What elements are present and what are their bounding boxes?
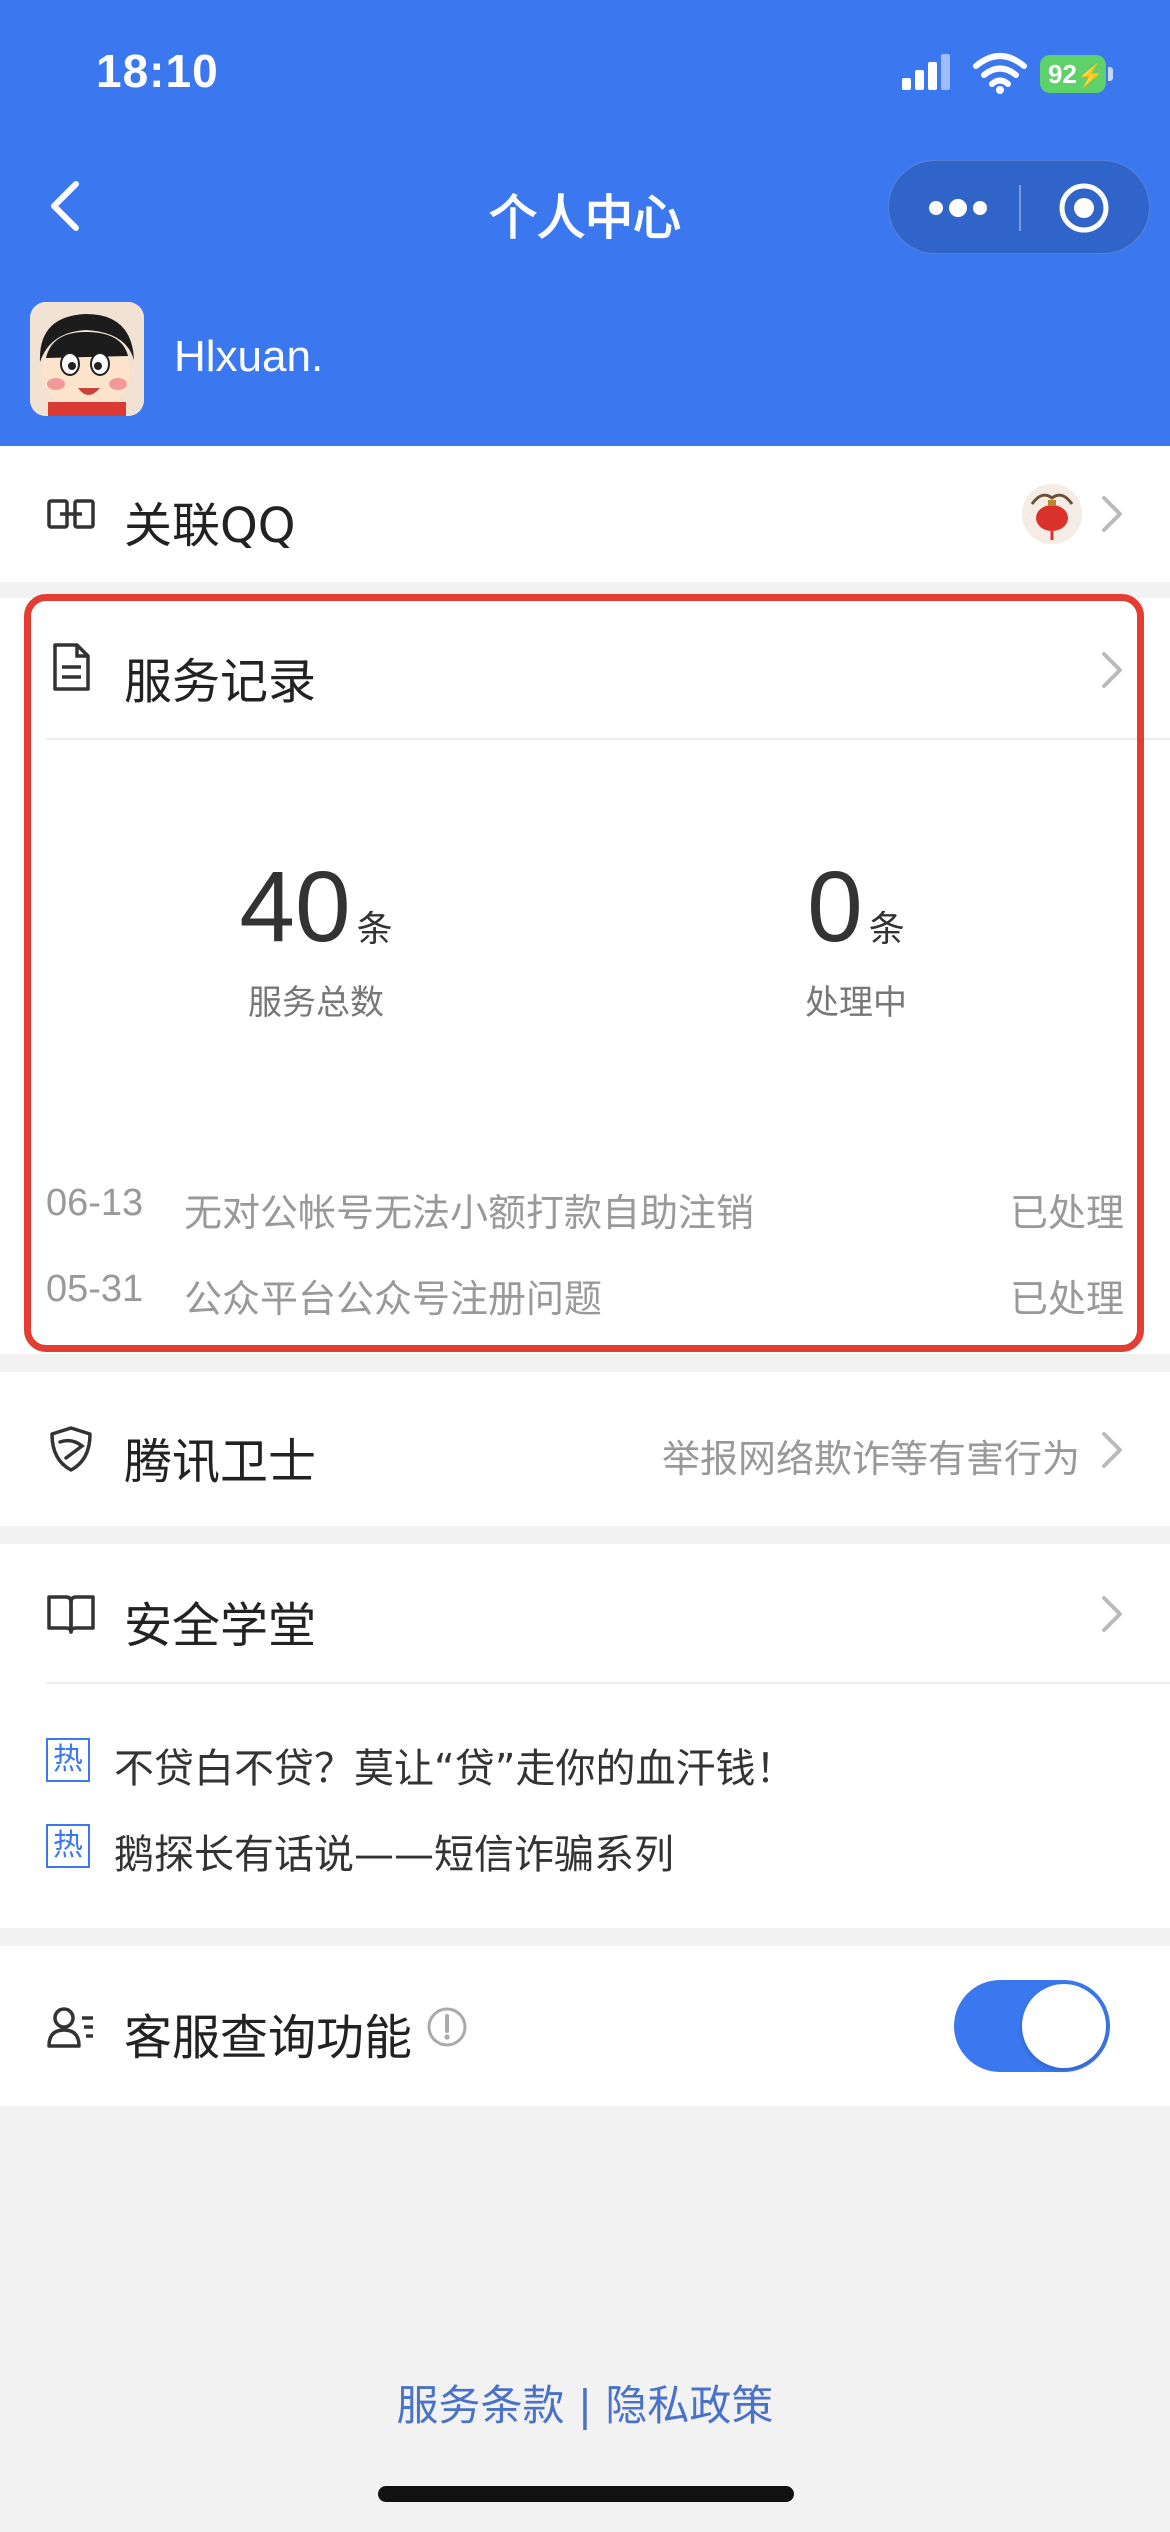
privacy-link[interactable]: 隐私政策 (605, 2381, 773, 2430)
record-item[interactable]: 05-31 公众平台公众号注册问题 已处理 (46, 1268, 1124, 1321)
close-target-icon[interactable] (1057, 181, 1111, 235)
charging-bolt-icon: ⚡ (1076, 63, 1105, 88)
hot-tag: 热 (46, 1824, 90, 1868)
tencent-guard-hint: 举报网络欺诈等有害行为 (661, 1437, 1080, 1481)
status-time: 18:10 (96, 45, 219, 97)
chevron-right-icon (1102, 652, 1122, 688)
stat-total-value: 40 (239, 851, 351, 963)
service-records-title: 服务记录 (124, 654, 317, 710)
record-date: 06-13 (46, 1182, 144, 1224)
home-indicator[interactable] (378, 2486, 794, 2502)
customer-service-label: 客服查询功能 (124, 2010, 413, 2066)
stat-processing: 0条 处理中 (706, 850, 1006, 1024)
stat-total-label: 服务总数 (248, 983, 384, 1023)
footer-links: 服务条款 | 隐私政策 (0, 2372, 1170, 2433)
chevron-right-icon (1102, 496, 1122, 532)
record-title: 公众平台公众号注册问题 (184, 1277, 603, 1321)
customer-service-toggle[interactable] (954, 1980, 1110, 2072)
battery-level: 92 (1048, 59, 1077, 89)
linked-qq-row[interactable]: 关联QQ (0, 446, 1170, 582)
customer-service-row: 客服查询功能 (0, 1946, 1170, 2106)
shield-icon (50, 1426, 92, 1472)
battery-indicator: 92⚡ (1040, 55, 1113, 93)
record-date: 05-31 (46, 1268, 144, 1310)
stat-processing-label: 处理中 (805, 983, 907, 1023)
hot-article-title: 不贷白不贷？莫让“贷”走你的血汗钱！ (114, 1746, 796, 1792)
stat-total: 40 条 服务总数 (166, 850, 466, 1024)
divider (46, 1682, 1170, 1684)
lantern-avatar-icon (1022, 484, 1082, 544)
toggle-knob (1022, 1984, 1106, 2068)
info-icon[interactable] (426, 2006, 468, 2048)
user-list-icon (47, 2007, 93, 2048)
stat-processing-value: 0 (807, 851, 863, 963)
stat-total-unit: 条 (356, 909, 393, 950)
record-item[interactable]: 06-13 无对公帐号无法小额打款自助注销 已处理 (46, 1182, 1124, 1235)
security-school-header[interactable]: 安全学堂 (0, 1544, 1170, 1682)
hot-article-title: 鹅探长有话说——短信诈骗系列 (114, 1832, 674, 1878)
record-status: 已处理 (1009, 1277, 1124, 1321)
wifi-icon (973, 53, 1027, 94)
service-records-card: 服务记录 40 条 服务总数 0条 处理中 06-13 无对公帐号无法小额打款自助… (0, 598, 1170, 1354)
hot-tag: 热 (46, 1738, 90, 1782)
security-school-card: 安全学堂 热 不贷白不贷？莫让“贷”走你的血汗钱！ 热 鹅探长有话说——短信诈骗… (0, 1544, 1170, 1928)
book-icon (47, 1595, 95, 1634)
header: 18:10 92⚡ 个人中心 Hlxuan. (0, 0, 1170, 446)
chevron-right-icon (1102, 1596, 1122, 1632)
capsule-divider (1019, 185, 1021, 231)
divider (46, 738, 1170, 740)
avatar[interactable] (30, 302, 144, 416)
record-title: 无对公帐号无法小额打款自助注销 (184, 1191, 755, 1235)
terms-link[interactable]: 服务条款 (397, 2381, 565, 2430)
chevron-right-icon (1102, 1432, 1122, 1468)
tencent-guard-label: 腾讯卫士 (124, 1434, 317, 1490)
more-dots-icon[interactable] (927, 191, 989, 225)
stat-processing-unit: 条 (868, 909, 905, 950)
mini-program-capsule (888, 160, 1150, 254)
service-records-header[interactable]: 服务记录 (0, 598, 1170, 738)
security-school-label: 安全学堂 (124, 1598, 317, 1654)
link-icon (47, 499, 95, 529)
tencent-guard-row[interactable]: 腾讯卫士 举报网络欺诈等有害行为 (0, 1372, 1170, 1526)
qq-avatar (1022, 484, 1082, 544)
cellular-signal-icon (902, 54, 950, 90)
cartoon-avatar-icon (30, 302, 144, 416)
document-icon (53, 643, 90, 691)
record-status: 已处理 (1009, 1191, 1124, 1235)
username: Hlxuan. (174, 332, 324, 381)
footer-separator: | (564, 2381, 606, 2430)
linked-qq-label: 关联QQ (124, 498, 296, 554)
